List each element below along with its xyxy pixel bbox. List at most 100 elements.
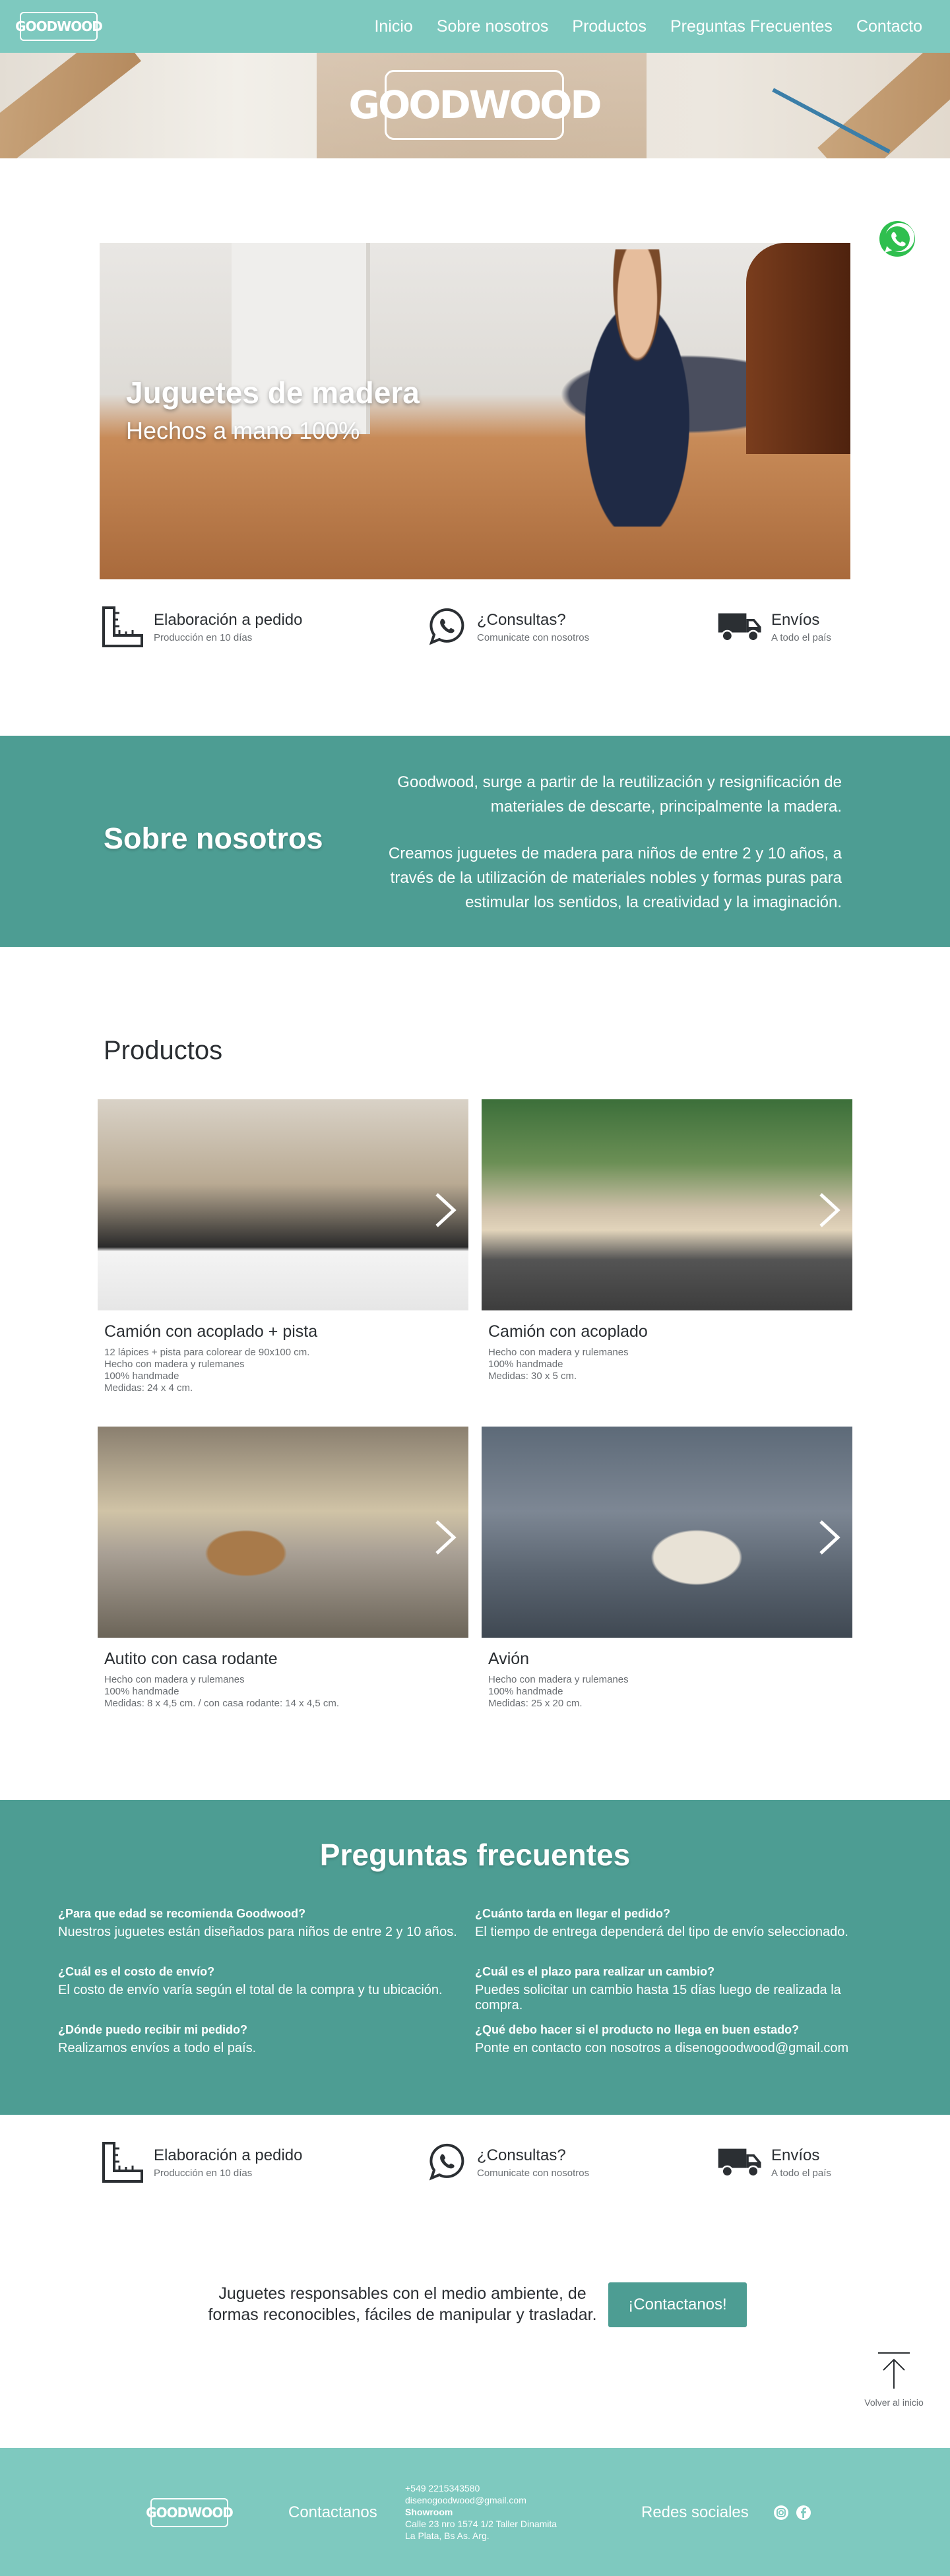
feature-subtitle: A todo el país — [771, 631, 831, 643]
faq-question: ¿Qué debo hacer si el producto no llega … — [475, 2023, 800, 2036]
feature-subtitle: A todo el país — [771, 2167, 831, 2179]
footer-contact-label: Contactanos — [288, 2503, 377, 2521]
about-paragraph-1: Goodwood, surge a partir de la reutiliza… — [397, 773, 842, 816]
feature-subtitle: Producción en 10 días — [154, 2167, 253, 2179]
feature-title: ¿Consultas? — [477, 2146, 566, 2164]
feature-consultas[interactable]: ¿Consultas? Comunicate con nosotros — [423, 604, 589, 650]
product-description: Hecho con madera y rulemanes 100% handma… — [488, 1347, 852, 1382]
product-desc-line: Medidas: 25 x 20 cm. — [488, 1698, 583, 1709]
nav-logo[interactable]: GOODWOOD — [15, 12, 103, 41]
hero-photo-chair — [746, 243, 850, 454]
product-title: Autito con casa rodante — [104, 1650, 278, 1668]
features-row-bottom: Elaboración a pedido Producción en 10 dí… — [100, 2139, 850, 2192]
footer: GOODWOOD Contactanos +549 2215343580 dis… — [0, 2448, 950, 2576]
product-card[interactable]: Camión con acoplado Hecho con madera y r… — [482, 1099, 852, 1382]
product-description: Hecho con madera y rulemanes 100% handma… — [488, 1674, 852, 1710]
banner-wood-plank-left — [0, 53, 141, 158]
banner-logo: GOODWOOD — [348, 70, 602, 140]
product-description: Hecho con madera y rulemanes 100% handma… — [104, 1674, 468, 1710]
product-desc-line: Hecho con madera y rulemanes — [488, 1674, 629, 1685]
product-desc-line: 100% handmade — [488, 1686, 563, 1697]
product-card[interactable]: Avión Hecho con madera y rulemanes 100% … — [482, 1427, 852, 1710]
feature-elaboracion: Elaboración a pedido Producción en 10 dí… — [100, 604, 303, 650]
faq-answer: Nuestros juguetes están diseñados para n… — [58, 1925, 457, 1939]
feature-title: Elaboración a pedido — [154, 2146, 303, 2164]
faq-item: ¿Qué debo hacer si el producto no llega … — [475, 2023, 884, 2056]
back-to-top-button[interactable]: Volver al inicio — [858, 2350, 930, 2408]
chevron-right-icon[interactable] — [815, 1519, 842, 1556]
feature-subtitle: Comunicate con nosotros — [477, 631, 590, 643]
product-desc-line: 100% handmade — [104, 1686, 179, 1697]
nav-menu: Inicio Sobre nosotros Productos Pregunta… — [374, 17, 922, 36]
hero-subtitle: Hechos a mano 100% — [126, 417, 360, 444]
feature-envios: Envíos A todo el país — [717, 604, 831, 650]
product-photo — [482, 1427, 852, 1638]
product-photo — [98, 1427, 468, 1638]
chevron-right-icon[interactable] — [815, 1192, 842, 1229]
cta-text: Juguetes responsables con el medio ambie… — [208, 2284, 597, 2324]
ruler-icon — [100, 604, 146, 650]
nav-item-preguntas-frecuentes[interactable]: Preguntas Frecuentes — [670, 17, 833, 36]
footer-social-icons — [773, 2505, 811, 2521]
footer-logo[interactable]: GOODWOOD — [146, 2498, 234, 2527]
product-photo — [482, 1099, 852, 1310]
product-card[interactable]: Camión con acoplado + pista 12 lápices +… — [98, 1099, 468, 1394]
faq-answer: Ponte en contacto con nosotros a disenog… — [475, 2041, 849, 2055]
feature-title: ¿Consultas? — [477, 610, 566, 629]
feature-envios: Envíos A todo el país — [717, 2139, 831, 2185]
product-desc-line: Medidas: 30 x 5 cm. — [488, 1370, 577, 1382]
faq-title: Preguntas frecuentes — [319, 1838, 631, 1872]
faq-item: ¿Dónde puedo recibir mi pedido? Realizam… — [58, 2023, 467, 2056]
faq-item: ¿Para que edad se recomienda Goodwood? N… — [58, 1907, 467, 1940]
hero-title: Juguetes de madera — [126, 375, 420, 410]
product-photo — [98, 1099, 468, 1310]
chevron-right-icon[interactable] — [431, 1519, 458, 1556]
chevron-right-icon[interactable] — [431, 1192, 458, 1229]
faq-question: ¿Cuánto tarda en llegar el pedido? — [475, 1907, 671, 1920]
product-desc-line: Hecho con madera y rulemanes — [488, 1347, 629, 1358]
faq-item: ¿Cuál es el plazo para realizar un cambi… — [475, 1965, 884, 2013]
truck-icon — [717, 2139, 763, 2185]
faq-answer: El costo de envío varía según el total d… — [58, 1983, 443, 1997]
whatsapp-float-button[interactable] — [876, 218, 918, 260]
banner-wood-plank-right — [817, 53, 950, 158]
nav-item-sobre-nosotros[interactable]: Sobre nosotros — [437, 17, 549, 36]
product-desc-line: 100% handmade — [488, 1359, 563, 1370]
footer-address-line: La Plata, Bs As. Arg. — [405, 2530, 490, 2541]
header-banner: GOODWOOD — [0, 53, 950, 158]
top-nav: GOODWOOD Inicio Sobre nosotros Productos… — [0, 0, 950, 53]
footer-contact-info: +549 2215343580 disenogoodwood@gmail.com… — [405, 2482, 557, 2542]
instagram-icon[interactable] — [773, 2505, 789, 2521]
contact-button[interactable]: ¡Contactanos! — [608, 2282, 747, 2327]
product-card[interactable]: Autito con casa rodante Hecho con madera… — [98, 1427, 468, 1710]
footer-showroom-label: Showroom — [405, 2507, 453, 2517]
about-section: Sobre nosotros Goodwood, surge a partir … — [0, 736, 950, 947]
product-description: 12 lápices + pista para colorear de 90x1… — [104, 1347, 468, 1394]
footer-email[interactable]: disenogoodwood@gmail.com — [405, 2494, 557, 2506]
faq-item: ¿Cuánto tarda en llegar el pedido? El ti… — [475, 1907, 884, 1940]
faq-section: Preguntas frecuentes ¿Para que edad se r… — [0, 1800, 950, 2115]
nav-item-inicio[interactable]: Inicio — [374, 17, 412, 36]
faq-answer: El tiempo de entrega dependerá del tipo … — [475, 1925, 848, 1939]
feature-title: Envíos — [771, 610, 820, 629]
feature-title: Envíos — [771, 2146, 820, 2164]
hero-image: Juguetes de madera Hechos a mano 100% — [100, 243, 850, 579]
footer-phone[interactable]: +549 2215343580 — [405, 2482, 557, 2494]
nav-item-productos[interactable]: Productos — [572, 17, 647, 36]
feature-consultas[interactable]: ¿Consultas? Comunicate con nosotros — [423, 2139, 589, 2185]
product-desc-line: 100% handmade — [104, 1370, 179, 1382]
facebook-icon[interactable] — [796, 2505, 811, 2521]
arrow-up-icon — [878, 2352, 910, 2389]
faq-question: ¿Cuál es el plazo para realizar un cambi… — [475, 1965, 715, 1978]
product-title: Camión con acoplado + pista — [104, 1322, 318, 1341]
feature-elaboracion: Elaboración a pedido Producción en 10 dí… — [100, 2139, 303, 2185]
nav-item-contacto[interactable]: Contacto — [856, 17, 922, 36]
faq-question: ¿Cuál es el costo de envío? — [58, 1965, 215, 1978]
product-desc-line: Hecho con madera y rulemanes — [104, 1674, 245, 1685]
footer-address-line: Calle 23 nro 1574 1/2 Taller Dinamita — [405, 2519, 557, 2529]
faq-question: ¿Dónde puedo recibir mi pedido? — [58, 2023, 248, 2036]
product-desc-line: Medidas: 24 x 4 cm. — [104, 1382, 193, 1394]
ruler-icon — [100, 2139, 146, 2185]
products-title: Productos — [104, 1036, 223, 1065]
product-title: Avión — [488, 1650, 530, 1668]
